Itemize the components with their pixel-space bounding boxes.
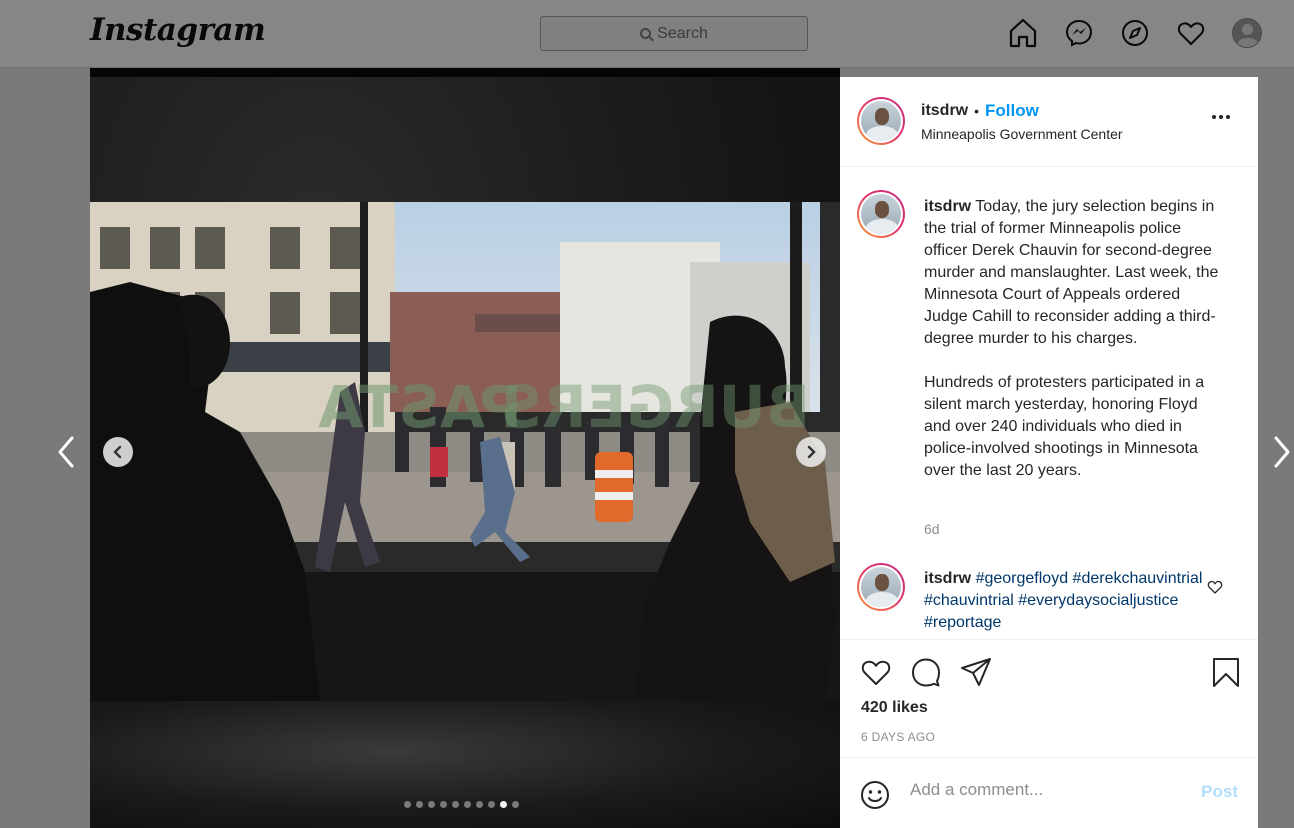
- photo-scene: PASTA BURGERS: [90, 202, 840, 701]
- next-post-arrow-icon[interactable]: [1270, 434, 1294, 470]
- messenger-icon[interactable]: [1064, 18, 1094, 48]
- search-icon: [640, 28, 652, 39]
- search-input[interactable]: Search: [540, 16, 808, 51]
- profile-avatar[interactable]: [1232, 18, 1262, 48]
- caption-avatar[interactable]: [857, 190, 905, 238]
- carousel-next-button[interactable]: [796, 437, 826, 467]
- likes-count[interactable]: 420 likes: [861, 699, 928, 717]
- post-details-panel: itsdrw • Follow Minneapolis Government C…: [840, 77, 1258, 828]
- carousel-dot: [416, 801, 423, 808]
- comment-input[interactable]: [910, 780, 1180, 800]
- post-location[interactable]: Minneapolis Government Center: [921, 126, 1123, 142]
- nav-icons: [1008, 17, 1262, 49]
- carousel-dot: [428, 801, 435, 808]
- previous-post-arrow-icon[interactable]: [54, 434, 78, 470]
- svg-text:PASTA: PASTA: [318, 373, 522, 441]
- carousel-dot: [476, 801, 483, 808]
- top-nav: Instagram Search: [0, 0, 1294, 68]
- hashtag-link[interactable]: #georgefloyd: [976, 570, 1069, 587]
- carousel-dots: [404, 801, 519, 808]
- emoji-icon[interactable]: [860, 780, 890, 810]
- hashtag-link[interactable]: #everydaysocialjustice: [1018, 592, 1178, 609]
- header-username[interactable]: itsdrw: [921, 102, 968, 120]
- follow-button[interactable]: Follow: [985, 101, 1039, 121]
- caption-paragraph-2: Hundreds of protesters participated in a…: [924, 374, 1205, 479]
- post-header: itsdrw • Follow Minneapolis Government C…: [840, 77, 1258, 167]
- carousel-dot: [440, 801, 447, 808]
- search-placeholder: Search: [657, 24, 708, 42]
- post-media: PASTA BURGERS: [90, 68, 840, 828]
- post-comment-button[interactable]: Post: [1201, 782, 1238, 802]
- activity-heart-icon[interactable]: [1176, 18, 1206, 48]
- carousel-next-icon: [807, 445, 816, 459]
- carousel-dot: [512, 801, 519, 808]
- bookmark-icon[interactable]: [1211, 656, 1241, 688]
- post-photo[interactable]: PASTA BURGERS: [90, 202, 840, 701]
- carousel-dot: [488, 801, 495, 808]
- hashtag-comment: itsdrw #georgefloyd #derekchauvintrial #…: [924, 568, 1204, 634]
- caption-username[interactable]: itsdrw: [924, 198, 971, 215]
- comment-icon[interactable]: [910, 656, 942, 688]
- carousel-dot: [452, 801, 459, 808]
- header-separator: •: [974, 103, 980, 119]
- more-options-icon[interactable]: [1212, 115, 1230, 119]
- media-lower-background: [90, 701, 840, 828]
- instagram-logo[interactable]: Instagram: [90, 12, 266, 48]
- carousel-prev-button[interactable]: [103, 437, 133, 467]
- caption-time-ago[interactable]: 6d: [924, 521, 940, 537]
- header-avatar[interactable]: [857, 97, 905, 145]
- carousel-dot: [404, 801, 411, 808]
- comment-username[interactable]: itsdrw: [924, 570, 971, 587]
- hashtag-link[interactable]: #derekchauvintrial: [1073, 570, 1203, 587]
- svg-text:BURGERS: BURGERS: [500, 373, 810, 441]
- caption-paragraph-1: Today, the jury selection begins in the …: [924, 198, 1219, 347]
- add-comment-bar: Post: [840, 757, 1258, 828]
- hashtag-link[interactable]: #chauvintrial: [924, 592, 1014, 609]
- explore-icon[interactable]: [1120, 18, 1150, 48]
- home-icon[interactable]: [1008, 17, 1038, 49]
- post-actions: 420 likes 6 DAYS AGO: [840, 639, 1258, 757]
- like-heart-icon[interactable]: [860, 656, 892, 688]
- media-top-strip: [90, 68, 840, 77]
- comment-avatar[interactable]: [857, 563, 905, 611]
- carousel-prev-icon: [113, 445, 122, 459]
- post-date[interactable]: 6 DAYS AGO: [861, 730, 935, 744]
- post-caption: itsdrw Today, the jury selection begins …: [924, 196, 1224, 482]
- carousel-dot: [464, 801, 471, 808]
- comment-like-heart-icon[interactable]: [1207, 579, 1223, 595]
- hashtag-link[interactable]: #reportage: [924, 614, 1001, 631]
- carousel-dot-active: [500, 801, 507, 808]
- share-icon[interactable]: [960, 656, 992, 688]
